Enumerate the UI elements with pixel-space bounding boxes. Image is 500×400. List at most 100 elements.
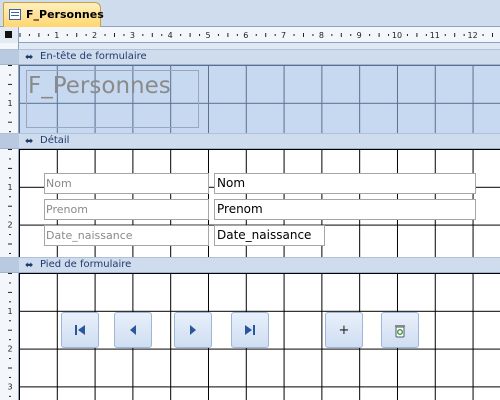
vertical-ruler-tick (8, 121, 12, 123)
ruler-label: 4 (168, 31, 173, 40)
vertical-ruler-tick (9, 93, 11, 95)
vertical-ruler-tick (9, 252, 11, 254)
ruler-label: 1 (54, 31, 59, 40)
ruler-tick (303, 33, 304, 37)
vertical-ruler-label: 1 (7, 183, 12, 192)
section-expand-arrow-icon: ⬌ (25, 52, 34, 63)
ruler-tick (227, 33, 229, 37)
ruler-tick (199, 34, 201, 36)
ruler-tick (180, 34, 182, 36)
form-selector-icon (5, 31, 12, 38)
ruler-tick (236, 34, 238, 36)
ruler-label: 2 (92, 31, 97, 40)
field-date-naissance[interactable]: Date_naissance (214, 225, 325, 246)
next-record-icon (190, 325, 196, 335)
ruler-label: 7 (281, 31, 286, 40)
section-bar-footer[interactable]: ⬌ Pied de formulaire (0, 257, 500, 273)
ruler-tick (47, 34, 49, 36)
label-prenom[interactable]: Prenom (44, 199, 209, 220)
ruler-tick (425, 34, 427, 36)
ruler-tick (331, 34, 333, 36)
ruler-tick (66, 34, 68, 36)
ruler-tick (28, 34, 30, 36)
vertical-ruler-tick (8, 329, 12, 331)
ruler-tick (265, 33, 267, 37)
section-expand-arrow-icon: ⬌ (25, 260, 34, 271)
ruler-tick (123, 34, 125, 36)
vertical-ruler-tick (9, 112, 11, 114)
ruler-tick (388, 34, 390, 36)
ruler-tick (454, 33, 456, 37)
vertical-ruler-tick (9, 376, 11, 378)
section-selector[interactable] (0, 258, 19, 272)
last-record-button[interactable] (231, 312, 269, 348)
vertical-ruler[interactable]: 1 1 2 1 2 3 (0, 43, 19, 400)
vertical-ruler-tick (9, 131, 11, 133)
section-bar-detail[interactable]: ⬌ Détail (0, 133, 500, 149)
vertical-ruler-tick (8, 273, 12, 274)
ruler-label: 8 (319, 31, 324, 40)
ruler-label: 9 (357, 31, 362, 40)
ruler-label: 6 (243, 31, 248, 40)
ruler-tick (19, 33, 21, 37)
previous-record-icon (130, 325, 136, 335)
ruler-tick (463, 34, 465, 36)
vertical-ruler-tick (8, 367, 12, 369)
field-prenom[interactable]: Prenom (214, 199, 476, 220)
ruler-tick (255, 34, 257, 36)
ruler-tick (189, 33, 191, 37)
form-header-body[interactable]: F_Personnes (19, 65, 500, 133)
ruler-tick (76, 33, 78, 37)
section-title-header: En-tête de formulaire (40, 51, 147, 62)
form-selector[interactable] (0, 27, 19, 43)
vertical-ruler-tick (9, 339, 11, 341)
tab-f-personnes[interactable]: F_Personnes (3, 2, 104, 27)
vertical-ruler-tick (8, 243, 12, 245)
section-selector[interactable] (0, 134, 19, 148)
label-date-naissance[interactable]: Date_naissance (44, 225, 209, 246)
form-footer-body[interactable]: + (19, 273, 500, 400)
previous-record-button[interactable] (114, 312, 152, 348)
ruler-tick (378, 33, 380, 37)
next-record-button[interactable] (174, 312, 212, 348)
detail-body[interactable]: Nom Nom Prenom Prenom Date_naissance Dat… (19, 149, 500, 257)
ruler-tick (161, 34, 163, 36)
label-nom[interactable]: Nom (44, 173, 209, 194)
add-record-button[interactable]: + (325, 312, 363, 348)
form-icon (9, 9, 21, 20)
vertical-ruler-tick (8, 149, 12, 150)
ruler-tick (416, 33, 418, 37)
vertical-ruler-tick (9, 282, 11, 284)
ruler-tick (312, 34, 314, 36)
form-title-label[interactable]: F_Personnes (26, 70, 199, 128)
vertical-ruler-tick (8, 167, 12, 169)
horizontal-ruler[interactable]: 1 2 3 4 5 6 7 8 9 10 11 12 (19, 27, 500, 43)
vertical-ruler-label: 2 (7, 345, 12, 354)
ruler-tick (85, 34, 87, 36)
first-record-button[interactable] (61, 312, 99, 348)
document-tab-strip: F_Personnes (0, 0, 500, 27)
ruler-label: 12 (468, 31, 478, 40)
last-record-icon (245, 325, 255, 335)
vertical-ruler-tick (9, 74, 11, 76)
ruler-label: 3 (130, 31, 135, 40)
section-bar-header[interactable]: ⬌ En-tête de formulaire (0, 49, 500, 65)
ruler-tick (104, 34, 106, 36)
ruler-tick (444, 34, 446, 36)
vertical-ruler-tick (9, 301, 11, 303)
field-nom[interactable]: Nom (214, 173, 476, 194)
ruler-tick (274, 34, 276, 36)
ruler-tick (151, 33, 153, 37)
ruler-label: 11 (430, 31, 440, 40)
section-selector[interactable] (0, 50, 19, 64)
vertical-ruler-tick (8, 291, 12, 293)
delete-record-button[interactable] (381, 312, 419, 348)
vertical-ruler-tick (9, 177, 11, 179)
ruler-label: 5 (205, 31, 210, 40)
vertical-ruler-tick (9, 358, 11, 360)
ruler-tick (142, 34, 144, 36)
section-title-footer: Pied de formulaire (40, 259, 132, 270)
add-record-label: + (338, 322, 350, 338)
vertical-ruler-tick (9, 320, 11, 322)
vertical-ruler-label: 1 (7, 307, 12, 316)
